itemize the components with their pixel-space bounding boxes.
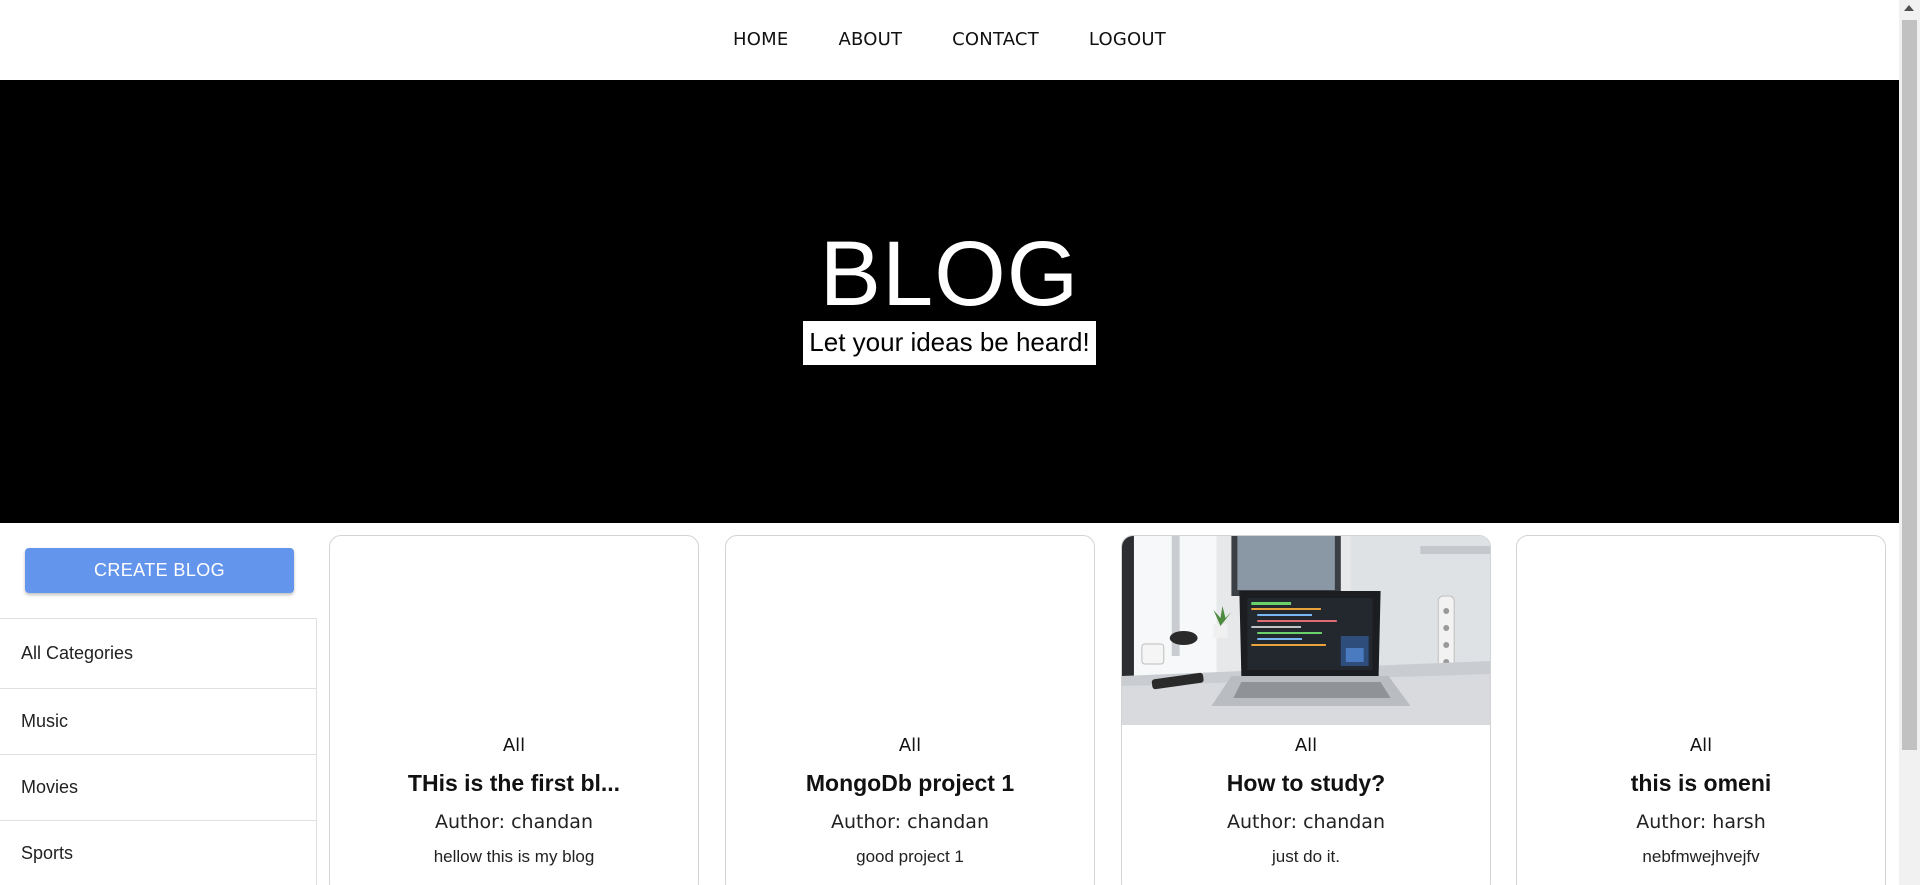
post-author: Author: chandan [435, 811, 593, 833]
nav-contact-link[interactable]: CONTACT [927, 31, 1064, 49]
create-blog-button[interactable]: CREATE BLOG [25, 548, 294, 593]
nav-about-link[interactable]: ABOUT [813, 31, 927, 49]
post-description: just do it. [1271, 847, 1341, 866]
post-card[interactable]: All this is omeni Author: harsh nebfmwej… [1516, 535, 1886, 885]
post-category: All [502, 735, 526, 756]
post-card[interactable]: All MongoDb project 1 Author: chandan go… [725, 535, 1095, 885]
post-category: All [1689, 735, 1713, 756]
page-scrollbar[interactable] [1899, 0, 1920, 885]
post-category: All [898, 735, 922, 756]
nav-links: HOME ABOUT CONTACT LOGOUT [708, 31, 1191, 49]
hero-subtitle-wrap: Let your ideas be heard! [0, 321, 1899, 365]
post-card[interactable]: All How to study? Author: chandan just d… [1121, 535, 1491, 885]
category-table: All Categories Music Movies Sports [0, 618, 317, 885]
post-title: THis is the first bl... [407, 770, 621, 796]
category-sports[interactable]: Sports [0, 821, 316, 885]
hero-banner: BLOG Let your ideas be heard! [0, 80, 1899, 523]
scroll-up-arrow-icon[interactable] [1904, 5, 1914, 11]
post-title: this is omeni [1630, 770, 1772, 796]
nav-logout-link[interactable]: LOGOUT [1064, 31, 1191, 49]
category-music[interactable]: Music [0, 689, 316, 755]
category-all[interactable]: All Categories [0, 619, 316, 689]
post-description: nebfmwejhvejfv [1642, 847, 1760, 866]
post-author: Author: chandan [831, 811, 989, 833]
post-author: Author: harsh [1636, 811, 1766, 833]
hero-title: BLOG [819, 223, 1080, 325]
post-card[interactable]: All THis is the first bl... Author: chan… [329, 535, 699, 885]
top-nav: HOME ABOUT CONTACT LOGOUT [0, 0, 1899, 80]
category-movies[interactable]: Movies [0, 755, 316, 821]
post-description: good project 1 [856, 847, 964, 866]
post-title: How to study? [1226, 770, 1386, 796]
sidebar: CREATE BLOG All Categories Music Movies … [0, 523, 317, 885]
post-category: All [1294, 735, 1318, 756]
nav-home-link[interactable]: HOME [708, 31, 813, 49]
post-author: Author: chandan [1227, 811, 1385, 833]
post-title: MongoDb project 1 [805, 770, 1015, 796]
scrollbar-thumb[interactable] [1902, 20, 1917, 750]
post-description: hellow this is my blog [433, 847, 595, 866]
hero-subtitle: Let your ideas be heard! [803, 321, 1096, 365]
laptop-desk-photo [1122, 536, 1490, 725]
page: HOME ABOUT CONTACT LOGOUT BLOG Let your … [0, 0, 1899, 885]
